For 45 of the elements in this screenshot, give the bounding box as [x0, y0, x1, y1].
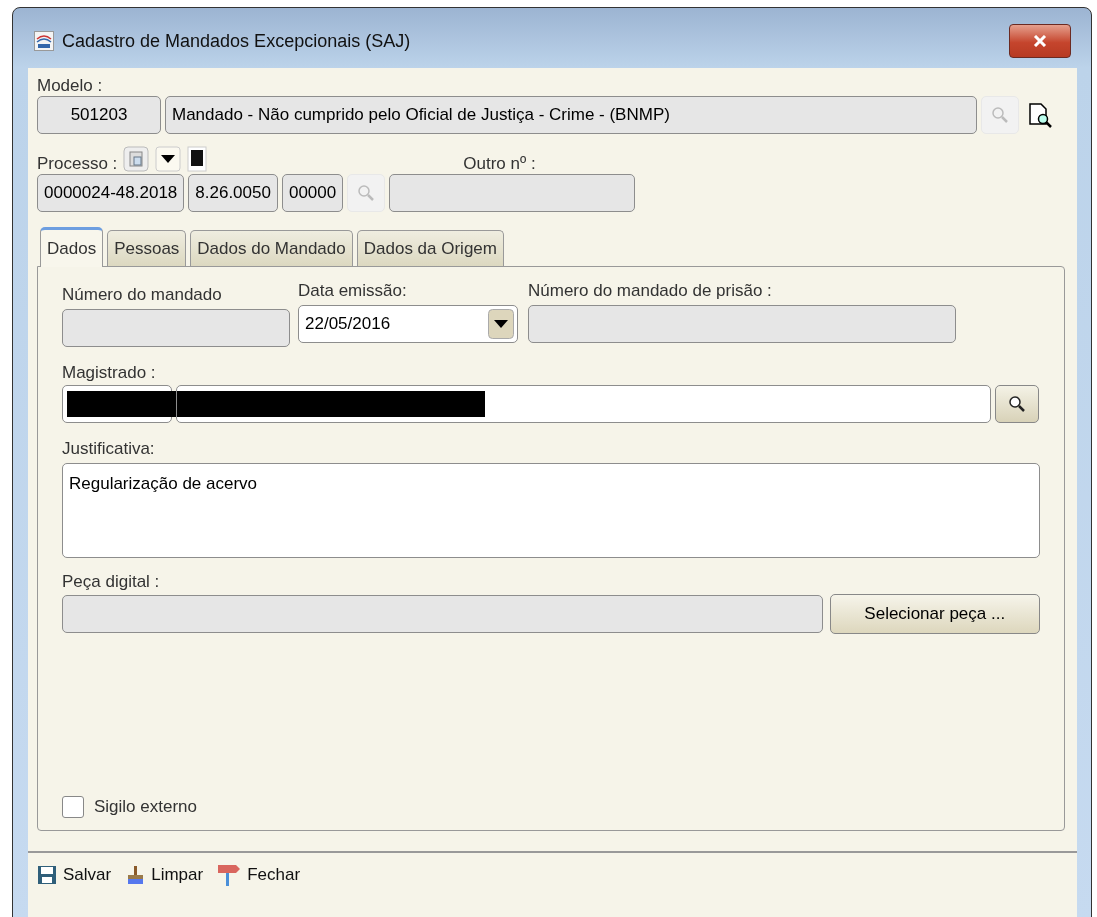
document-preview-icon[interactable] — [1027, 102, 1053, 128]
process-number-field[interactable]: 8.26.0050 — [188, 174, 278, 212]
select-document-button[interactable]: Selecionar peça ... — [829, 594, 1040, 634]
search-icon — [357, 184, 376, 202]
brush-icon — [125, 865, 146, 885]
search-icon — [1008, 395, 1026, 413]
app-logo-icon — [34, 31, 54, 51]
tab[interactable]: Dados — [40, 227, 104, 267]
field-label: Outro nº : — [463, 154, 536, 174]
save-icon — [37, 865, 57, 885]
judge-name-field[interactable] — [176, 385, 991, 423]
warrant-number-field[interactable] — [62, 309, 290, 347]
window-title: Cadastro de Mandados Excepcionais (SAJ) — [62, 30, 411, 52]
toolbar-button[interactable]: Salvar — [37, 863, 112, 887]
checkbox[interactable] — [62, 796, 84, 818]
justification-textarea[interactable]: Regularização de acervo — [62, 463, 1040, 558]
field-label: Número do mandado de prisão : — [528, 281, 773, 301]
close-icon — [1033, 35, 1047, 47]
toolbar-button[interactable]: Fechar — [217, 863, 301, 887]
field-label: Magistrado : — [62, 363, 157, 383]
field-label: Justificativa: — [62, 439, 156, 459]
signpost-icon — [217, 863, 242, 887]
digital-document-field[interactable] — [62, 595, 823, 633]
process-number-field[interactable]: 00000 — [281, 174, 344, 212]
close-button[interactable] — [1009, 24, 1071, 58]
model-description-field[interactable]: Mandado - Não cumprido pelo Oficial de Justiça - Crime - (BNMP) — [165, 96, 977, 134]
field-label: Processo : — [37, 154, 118, 174]
checkbox-label: Sigilo externo — [94, 797, 197, 817]
date-dropdown[interactable]: 22/05/2016 — [298, 305, 518, 343]
model-code-field[interactable]: 501203 — [37, 96, 161, 134]
tab[interactable]: Dados da Origem — [356, 230, 504, 266]
other-number-field[interactable] — [389, 174, 636, 212]
field-label: Modelo : — [37, 76, 104, 96]
search-button[interactable] — [995, 385, 1039, 423]
tab[interactable]: Pessoas — [107, 230, 187, 266]
arrest-warrant-number-field[interactable] — [528, 305, 956, 343]
toolbar-button[interactable]: Limpar — [125, 863, 204, 887]
field-label: Data emissão: — [298, 281, 408, 301]
field-label: Número do mandado — [62, 285, 223, 305]
stop-icon[interactable] — [187, 146, 208, 172]
field-label: Peça digital : — [62, 572, 161, 592]
document-copy-icon[interactable] — [123, 146, 150, 172]
search-icon — [991, 106, 1009, 124]
tab[interactable]: Dados do Mandado — [190, 230, 353, 266]
process-number-field[interactable]: 0000024-48.2018 — [37, 174, 185, 212]
